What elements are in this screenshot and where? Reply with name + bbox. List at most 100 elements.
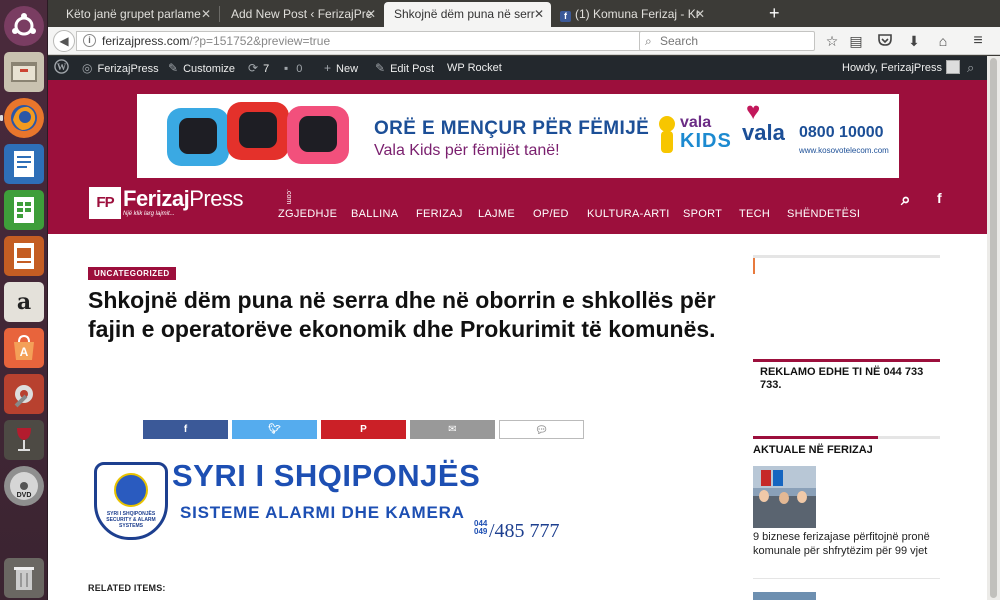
ad-phone-prefix-bottom: 049 bbox=[474, 527, 488, 536]
facebook-icon: f bbox=[183, 424, 188, 435]
brush-icon: ✎ bbox=[168, 61, 179, 75]
ubuntu-dash-icon[interactable] bbox=[4, 6, 44, 46]
banner-phone: 0800 10000 bbox=[799, 124, 884, 141]
new-tab-plus-icon[interactable]: + bbox=[769, 1, 780, 25]
wpbar-updates[interactable]: ⟳ 7 bbox=[248, 56, 269, 80]
pinterest-icon: P bbox=[360, 424, 367, 435]
amazon-icon[interactable]: a bbox=[4, 282, 44, 322]
dashboard-icon: ◎ bbox=[82, 61, 93, 75]
browser-search-input[interactable] bbox=[660, 33, 810, 49]
files-icon[interactable] bbox=[4, 52, 44, 92]
share-pinterest-button[interactable]: P bbox=[321, 420, 406, 439]
sidebar-divider bbox=[753, 255, 940, 258]
impress-icon[interactable] bbox=[4, 236, 44, 276]
svg-text:DVD: DVD bbox=[17, 492, 32, 499]
close-tab-icon[interactable]: ✕ bbox=[695, 2, 705, 26]
back-arrow-icon[interactable]: ◀ bbox=[53, 30, 75, 52]
wpbar-edit-post[interactable]: ✎ Edit Post bbox=[375, 56, 434, 80]
site-header: ORË E MENÇUR PËR FËMIJË Vala Kids për fë… bbox=[48, 80, 987, 234]
globe-icon bbox=[114, 473, 148, 507]
browser-tab-bar: Këto janë grupet parlame ✕ Add New Post … bbox=[48, 0, 1000, 27]
page-scrollbar[interactable] bbox=[987, 56, 1000, 600]
writer-icon[interactable] bbox=[4, 144, 44, 184]
ad-phone-prefixes: 044 049 bbox=[474, 520, 487, 536]
comment-bubble-icon: ▪ bbox=[284, 61, 289, 75]
category-badge[interactable]: UNCATEGORIZED bbox=[88, 267, 176, 280]
running-indicator bbox=[0, 115, 3, 121]
close-tab-icon[interactable]: ✕ bbox=[366, 2, 376, 26]
menu-item-zgjedhje[interactable]: ZGJEDHJE bbox=[278, 208, 337, 220]
tab-label: (1) Komuna Ferizaj - Kr bbox=[575, 7, 700, 21]
share-facebook-button[interactable]: f bbox=[143, 420, 228, 439]
sidebar-news-link[interactable]: 9 biznese ferizajase përfitojnë pronë ko… bbox=[753, 530, 933, 558]
ad-subtitle: SISTEME ALARMI DHE KAMERA bbox=[180, 503, 465, 522]
tab-label: Këto janë grupet parlame bbox=[66, 7, 201, 21]
menu-item-shendetesi[interactable]: SHËNDETËSI bbox=[787, 208, 860, 220]
logo-tagline: Një klik larg lajmit... bbox=[123, 211, 175, 217]
red-watch-image bbox=[227, 102, 289, 160]
wpbar-comments[interactable]: ▪ 0 bbox=[284, 56, 302, 80]
updates-icon: ⟳ bbox=[248, 61, 259, 75]
menu-item-ballina[interactable]: BALLINA bbox=[351, 208, 398, 220]
news-thumbnail-image[interactable] bbox=[753, 466, 816, 528]
wpbar-customize[interactable]: ✎ Customize bbox=[168, 56, 235, 80]
system-settings-icon[interactable] bbox=[4, 374, 44, 414]
vala-kids-banner-ad[interactable]: ORË E MENÇUR PËR FËMIJË Vala Kids për fë… bbox=[137, 94, 899, 178]
pink-watch-image bbox=[287, 106, 349, 164]
sidebar-aktuale-title: AKTUALE NË FERIZAJ bbox=[753, 444, 873, 456]
calc-icon[interactable] bbox=[4, 190, 44, 230]
facebook-favicon-icon: f bbox=[560, 11, 571, 22]
hamburger-menu-icon[interactable]: ≡ bbox=[968, 31, 988, 51]
header-facebook-icon[interactable]: f bbox=[937, 190, 942, 206]
menu-item-tech[interactable]: TECH bbox=[739, 208, 770, 220]
pocket-icon[interactable] bbox=[875, 31, 895, 51]
close-tab-icon[interactable]: ✕ bbox=[534, 2, 544, 26]
menu-item-ferizaj[interactable]: FERIZAJ bbox=[416, 208, 463, 220]
tab-label: Shkojnë dëm puna në serr bbox=[394, 7, 535, 21]
wordpress-logo-icon[interactable]: W bbox=[54, 56, 69, 80]
wpbar-wp-rocket[interactable]: WP Rocket bbox=[447, 56, 502, 80]
share-email-button[interactable]: ✉ bbox=[410, 420, 495, 439]
tab-4[interactable]: f (1) Komuna Ferizaj - Kr ✕ bbox=[552, 2, 712, 27]
menu-item-op-ed[interactable]: OP/ED bbox=[533, 208, 569, 220]
menu-item-kultura-arti[interactable]: KULTURA-ARTI bbox=[587, 208, 670, 220]
wpbar-howdy[interactable]: Howdy, FerizajPress bbox=[842, 56, 961, 80]
wpbar-site-label: FerizajPress bbox=[97, 63, 159, 75]
software-center-icon[interactable]: A bbox=[4, 328, 44, 368]
menu-item-sport[interactable]: SPORT bbox=[683, 208, 722, 220]
menu-item-lajme[interactable]: LAJME bbox=[478, 208, 515, 220]
close-tab-icon[interactable]: ✕ bbox=[201, 2, 211, 26]
wpbar-updates-count: 7 bbox=[263, 63, 270, 75]
site-info-icon[interactable]: i bbox=[83, 34, 96, 47]
wpbar-new[interactable]: + New bbox=[324, 56, 358, 80]
twitter-icon: 🐦︎ bbox=[268, 424, 281, 435]
url-bar[interactable]: i ferizajpress.com/?p=151752&preview=tru… bbox=[76, 31, 684, 51]
firefox-icon[interactable] bbox=[4, 98, 44, 138]
scrollbar-thumb[interactable] bbox=[990, 58, 997, 598]
banner-subtitle: Vala Kids për fëmijët tanë! bbox=[374, 142, 560, 159]
wpbar-site[interactable]: ◎ FerizajPress bbox=[82, 56, 159, 80]
news-thumbnail-image-2[interactable] bbox=[753, 592, 816, 600]
header-search-icon[interactable]: ⌕ bbox=[901, 190, 911, 210]
dvd-icon[interactable]: DVD bbox=[4, 466, 44, 506]
bookmark-star-icon[interactable]: ☆ bbox=[822, 31, 842, 51]
home-icon[interactable]: ⌂ bbox=[933, 31, 953, 51]
sidebar-accent bbox=[753, 258, 755, 274]
trash-icon[interactable] bbox=[4, 558, 44, 598]
syri-i-shqiponjes-ad[interactable]: SYRI I SHQIPONJËS SECURITY & ALARM SYSTEM… bbox=[92, 458, 562, 548]
wpbar-search-icon[interactable]: ⌕ bbox=[967, 56, 974, 80]
browser-search-box[interactable]: ⌕ bbox=[639, 31, 815, 51]
logo-name-bold: Ferizaj bbox=[123, 186, 190, 211]
wpbar-edit-post-label: Edit Post bbox=[390, 63, 435, 75]
tab-2[interactable]: Add New Post ‹ FerizajPre ✕ bbox=[213, 2, 383, 27]
share-twitter-button[interactable]: 🐦︎ bbox=[232, 420, 317, 439]
avatar bbox=[946, 60, 961, 74]
tab-3-active[interactable]: Shkojnë dëm puna në serr ✕ bbox=[384, 2, 551, 27]
badge-subtext: SECURITY & ALARM SYSTEMS bbox=[106, 517, 156, 529]
wine-icon[interactable] bbox=[4, 420, 44, 460]
tab-1[interactable]: Këto janë grupet parlame ✕ bbox=[48, 2, 218, 27]
sidebar-rule-reklamo bbox=[753, 359, 940, 362]
share-comment-button[interactable]: 💬︎ bbox=[499, 420, 584, 439]
reading-list-icon[interactable]: ▤ bbox=[846, 31, 866, 51]
downloads-icon[interactable]: ⬇ bbox=[904, 31, 924, 51]
